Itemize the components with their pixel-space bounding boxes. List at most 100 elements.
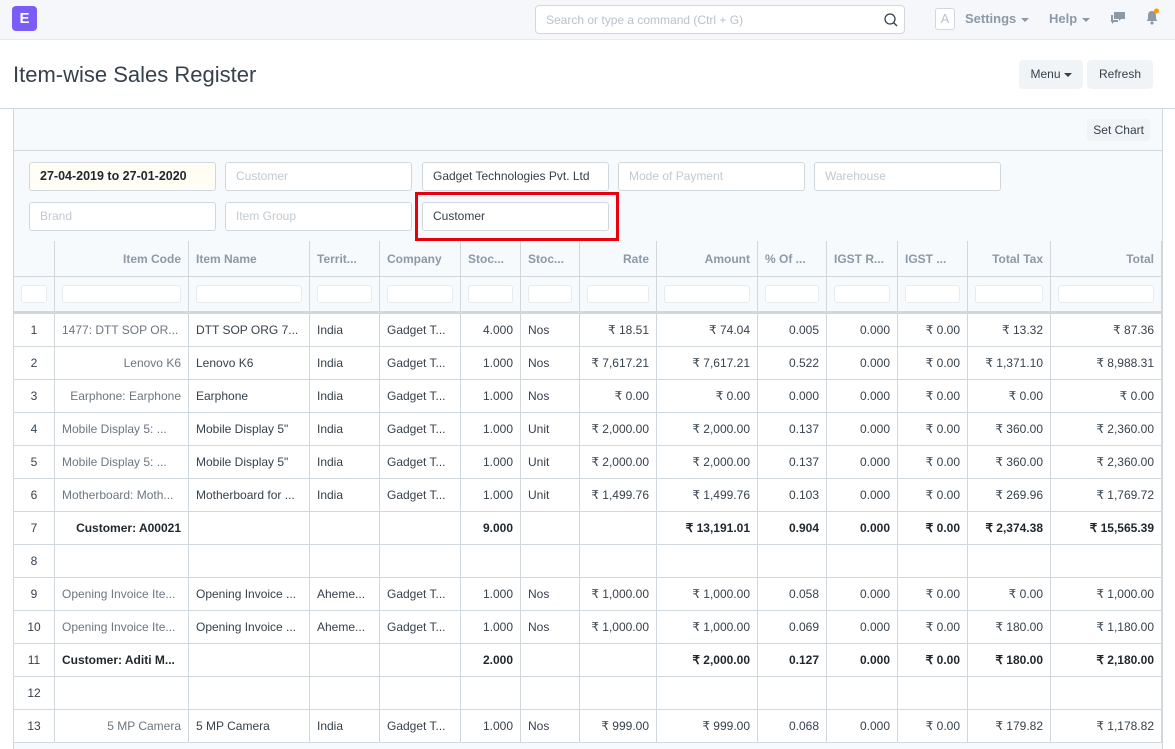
cell-stock-qty[interactable] xyxy=(461,545,521,577)
cell-total-tax[interactable]: ₹ 0.00 xyxy=(968,578,1051,610)
cell-igst-rate[interactable]: 0.000 xyxy=(827,644,898,676)
mode-of-payment-filter[interactable]: Mode of Payment xyxy=(618,162,805,191)
cell-company[interactable]: Gadget T... xyxy=(380,479,461,511)
cell-total-tax[interactable]: ₹ 269.96 xyxy=(968,479,1051,511)
cell-igst-rate[interactable] xyxy=(827,545,898,577)
cell-rate[interactable] xyxy=(580,644,657,676)
column-filter-input-item-name[interactable] xyxy=(196,285,302,303)
cell-item-code[interactable]: 1477: DTT SOP OR... xyxy=(55,314,189,346)
cell-total-tax[interactable] xyxy=(968,677,1051,709)
cell-igst-rate[interactable]: 0.000 xyxy=(827,512,898,544)
cell-total[interactable] xyxy=(1051,545,1162,577)
table-row[interactable]: 6 Motherboard: Moth... Motherboard for ...… xyxy=(14,479,1162,512)
blank-row[interactable]: 8 xyxy=(14,545,1162,578)
cell-item-name[interactable] xyxy=(189,644,310,676)
cell-total-tax[interactable]: ₹ 180.00 xyxy=(968,644,1051,676)
cell-igst-amount[interactable]: ₹ 0.00 xyxy=(898,710,968,742)
cell-total-tax[interactable]: ₹ 180.00 xyxy=(968,611,1051,643)
cell-stock-uom[interactable] xyxy=(521,677,580,709)
cell-item-code[interactable]: Motherboard: Moth... xyxy=(55,479,189,511)
column-header-igst-rate[interactable]: IGST R... xyxy=(827,241,898,276)
cell-amount[interactable]: ₹ 999.00 xyxy=(657,710,758,742)
cell-total-tax[interactable]: ₹ 360.00 xyxy=(968,446,1051,478)
cell-stock-qty[interactable]: 9.000 xyxy=(461,512,521,544)
cell-percent-of-total[interactable] xyxy=(758,677,827,709)
cell-item-code[interactable]: Opening Invoice Ite... xyxy=(55,611,189,643)
cell-item-name[interactable]: Lenovo K6 xyxy=(189,347,310,379)
user-avatar[interactable]: A xyxy=(935,8,955,30)
cell-igst-rate[interactable]: 0.000 xyxy=(827,578,898,610)
cell-igst-amount[interactable]: ₹ 0.00 xyxy=(898,479,968,511)
column-filter-input-total-tax[interactable] xyxy=(975,285,1043,303)
column-filter-input-percent-of-total[interactable] xyxy=(765,285,819,303)
column-header-stock-qty[interactable]: Stoc... xyxy=(461,241,521,276)
cell-stock-uom[interactable]: Nos xyxy=(521,380,580,412)
cell-company[interactable] xyxy=(380,644,461,676)
cell-amount[interactable]: ₹ 1,000.00 xyxy=(657,578,758,610)
cell-igst-amount[interactable] xyxy=(898,677,968,709)
column-filter-input-territory[interactable] xyxy=(317,285,372,303)
cell-total[interactable]: ₹ 2,360.00 xyxy=(1051,446,1162,478)
cell-rate[interactable]: ₹ 18.51 xyxy=(580,314,657,346)
cell-stock-uom[interactable]: Unit xyxy=(521,413,580,445)
cell-item-name[interactable]: 5 MP Camera xyxy=(189,710,310,742)
cell-total[interactable]: ₹ 1,000.00 xyxy=(1051,578,1162,610)
customer-filter[interactable]: Customer xyxy=(225,162,412,191)
cell-amount[interactable]: ₹ 2,000.00 xyxy=(657,446,758,478)
cell-row-number[interactable]: 2 xyxy=(14,347,55,379)
cell-territory[interactable]: India xyxy=(310,446,380,478)
cell-company[interactable] xyxy=(380,545,461,577)
cell-territory[interactable] xyxy=(310,545,380,577)
cell-company[interactable]: Gadget T... xyxy=(380,380,461,412)
cell-percent-of-total[interactable] xyxy=(758,545,827,577)
cell-company[interactable]: Gadget T... xyxy=(380,347,461,379)
cell-row-number[interactable]: 7 xyxy=(14,512,55,544)
cell-amount[interactable]: ₹ 7,617.21 xyxy=(657,347,758,379)
cell-stock-qty[interactable]: 1.000 xyxy=(461,710,521,742)
cell-amount[interactable]: ₹ 1,000.00 xyxy=(657,611,758,643)
cell-item-code[interactable]: 5 MP Camera xyxy=(55,710,189,742)
cell-company[interactable]: Gadget T... xyxy=(380,314,461,346)
cell-igst-amount[interactable]: ₹ 0.00 xyxy=(898,380,968,412)
cell-igst-amount[interactable] xyxy=(898,545,968,577)
menu-button[interactable]: Menu xyxy=(1019,60,1083,89)
cell-territory[interactable]: India xyxy=(310,710,380,742)
cell-amount[interactable]: ₹ 2,000.00 xyxy=(657,413,758,445)
cell-stock-uom[interactable] xyxy=(521,512,580,544)
cell-row-number[interactable]: 4 xyxy=(14,413,55,445)
blank-row[interactable]: 12 xyxy=(14,677,1162,710)
warehouse-filter[interactable]: Warehouse xyxy=(814,162,1001,191)
cell-stock-uom[interactable] xyxy=(521,545,580,577)
cell-item-name[interactable]: Earphone xyxy=(189,380,310,412)
cell-percent-of-total[interactable]: 0.137 xyxy=(758,446,827,478)
cell-igst-rate[interactable] xyxy=(827,677,898,709)
cell-territory[interactable] xyxy=(310,512,380,544)
cell-item-name[interactable]: Mobile Display 5" xyxy=(189,413,310,445)
table-row[interactable]: 3 Earphone: Earphone Earphone India Gadget T… xyxy=(14,380,1162,413)
column-filter-input-row-number[interactable] xyxy=(21,285,47,303)
cell-item-name[interactable]: DTT SOP ORG 7... xyxy=(189,314,310,346)
cell-percent-of-total[interactable]: 0.000 xyxy=(758,380,827,412)
column-header-row-number[interactable] xyxy=(14,241,55,276)
column-header-total-tax[interactable]: Total Tax xyxy=(968,241,1051,276)
cell-igst-amount[interactable]: ₹ 0.00 xyxy=(898,578,968,610)
cell-amount[interactable]: ₹ 0.00 xyxy=(657,380,758,412)
cell-rate[interactable] xyxy=(580,512,657,544)
cell-total-tax[interactable]: ₹ 2,374.38 xyxy=(968,512,1051,544)
cell-percent-of-total[interactable]: 0.069 xyxy=(758,611,827,643)
column-header-item-code[interactable]: Item Code xyxy=(55,241,189,276)
cell-stock-qty[interactable] xyxy=(461,677,521,709)
cell-territory[interactable] xyxy=(310,677,380,709)
cell-item-code[interactable]: Customer: A00021 xyxy=(55,512,189,544)
column-header-percent-of-total[interactable]: % Of ... xyxy=(758,241,827,276)
cell-stock-qty[interactable]: 1.000 xyxy=(461,446,521,478)
cell-rate[interactable] xyxy=(580,545,657,577)
column-filter-input-item-code[interactable] xyxy=(62,285,181,303)
cell-row-number[interactable]: 1 xyxy=(14,314,55,346)
table-row[interactable]: 13 5 MP Camera 5 MP Camera India Gadget T...… xyxy=(14,710,1162,743)
cell-territory[interactable]: Aheme... xyxy=(310,578,380,610)
cell-stock-uom[interactable]: Nos xyxy=(521,578,580,610)
cell-percent-of-total[interactable]: 0.522 xyxy=(758,347,827,379)
cell-amount[interactable]: ₹ 1,499.76 xyxy=(657,479,758,511)
cell-territory[interactable]: India xyxy=(310,347,380,379)
